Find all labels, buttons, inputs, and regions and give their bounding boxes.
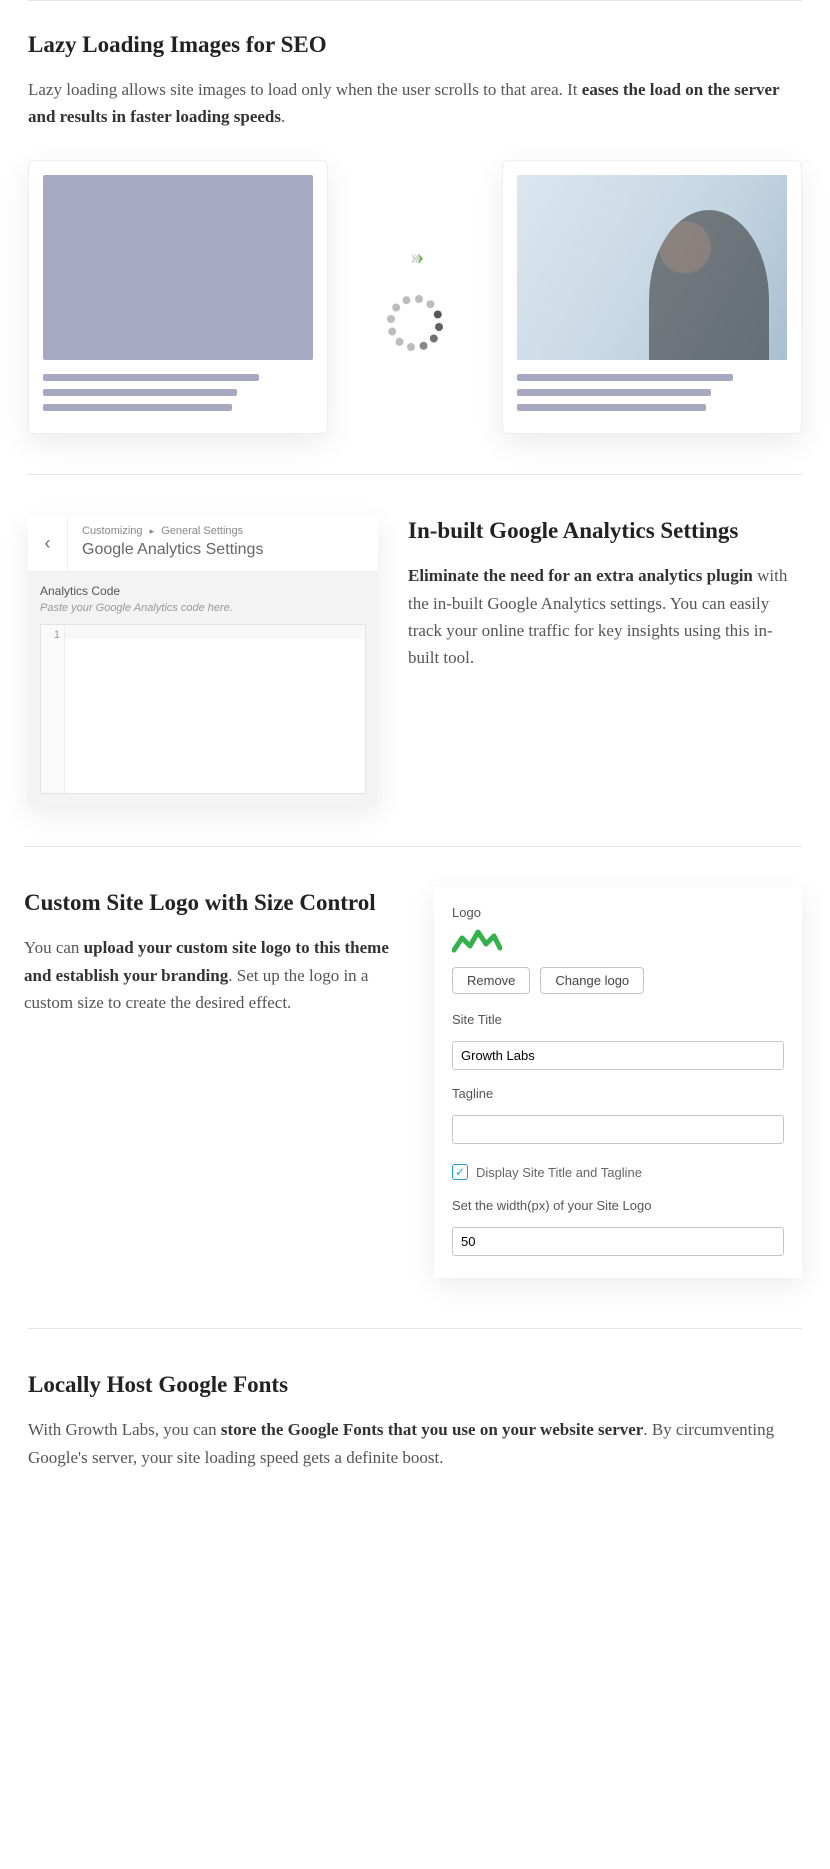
loaded-line <box>517 404 706 411</box>
placeholder-lines <box>43 374 313 411</box>
fonts-heading: Locally Host Google Fonts <box>28 1369 802 1400</box>
placeholder-line <box>43 374 259 381</box>
analytics-body: Eliminate the need for an extra analytic… <box>408 562 802 671</box>
fonts-body-pre: With Growth Labs, you can <box>28 1420 221 1439</box>
analytics-field-label: Analytics Code <box>40 584 366 598</box>
fonts-body: With Growth Labs, you can store the Goog… <box>28 1416 802 1470</box>
analytics-panel-mock: ‹ Customizing ▸ General Settings Google … <box>28 515 378 806</box>
editor-gutter: 1 <box>41 625 65 793</box>
loaded-line <box>517 389 711 396</box>
loaded-card <box>502 160 802 434</box>
section-analytics: ‹ Customizing ▸ General Settings Google … <box>28 475 802 846</box>
placeholder-line <box>43 404 232 411</box>
breadcrumb-leaf: General Settings <box>161 525 243 537</box>
breadcrumb-root: Customizing <box>82 525 143 537</box>
lazy-loading-body-post: . <box>281 107 285 126</box>
lazy-loading-body-pre: Lazy loading allows site images to load … <box>28 80 582 99</box>
tagline-input[interactable] <box>452 1115 784 1144</box>
section-lazy-loading: Lazy Loading Images for SEO Lazy loading… <box>28 1 802 474</box>
analytics-panel-header: ‹ Customizing ▸ General Settings Google … <box>28 515 378 572</box>
chevrons-icon: ››› <box>410 246 420 268</box>
spinner-icon <box>390 298 440 348</box>
analytics-panel-title: Google Analytics Settings <box>82 541 364 559</box>
analytics-heading: In-built Google Analytics Settings <box>408 515 802 546</box>
editor-code-area[interactable] <box>65 625 365 793</box>
back-icon[interactable]: ‹ <box>28 515 68 571</box>
site-title-label: Site Title <box>452 1012 784 1027</box>
checkbox-checked-icon[interactable]: ✓ <box>452 1164 468 1180</box>
display-title-checkbox-row[interactable]: ✓ Display Site Title and Tagline <box>452 1164 784 1180</box>
placeholder-image <box>43 175 313 360</box>
section-fonts: Locally Host Google Fonts With Growth La… <box>28 1329 802 1530</box>
loaded-line <box>517 374 733 381</box>
logo-heading: Custom Site Logo with Size Control <box>24 887 404 918</box>
change-logo-button[interactable]: Change logo <box>540 967 644 994</box>
lazy-loading-body: Lazy loading allows site images to load … <box>28 76 802 130</box>
placeholder-card <box>28 160 328 434</box>
analytics-body-bold: Eliminate the need for an extra analytic… <box>408 566 753 585</box>
lazy-loading-illustration: ››› <box>28 160 802 434</box>
fonts-body-bold: store the Google Fonts that you use on y… <box>221 1420 643 1439</box>
analytics-field-hint: Paste your Google Analytics code here. <box>40 602 366 614</box>
logo-body: You can upload your custom site logo to … <box>24 934 404 1016</box>
tagline-label: Tagline <box>452 1086 784 1101</box>
loaded-lines <box>517 374 787 411</box>
placeholder-line <box>43 389 237 396</box>
analytics-panel-body: Analytics Code Paste your Google Analyti… <box>28 572 378 806</box>
analytics-breadcrumb: Customizing ▸ General Settings <box>82 525 364 537</box>
display-title-checkbox-label: Display Site Title and Tagline <box>476 1165 642 1180</box>
analytics-code-editor[interactable]: 1 <box>40 624 366 794</box>
remove-logo-button[interactable]: Remove <box>452 967 530 994</box>
logo-body-pre: You can <box>24 938 84 957</box>
section-logo: Custom Site Logo with Size Control You c… <box>24 847 802 1328</box>
loaded-image <box>517 175 787 360</box>
logo-width-label: Set the width(px) of your Site Logo <box>452 1198 784 1213</box>
lazy-loading-heading: Lazy Loading Images for SEO <box>28 29 802 60</box>
logo-width-input[interactable] <box>452 1227 784 1256</box>
logo-panel-mock: Logo Remove Change logo Site Title Tagli… <box>434 887 802 1278</box>
logo-label: Logo <box>452 905 784 920</box>
transition-indicator: ››› <box>340 246 490 348</box>
breadcrumb-sep-icon: ▸ <box>150 526 155 536</box>
site-title-input[interactable] <box>452 1041 784 1070</box>
logo-preview-icon <box>452 928 784 957</box>
